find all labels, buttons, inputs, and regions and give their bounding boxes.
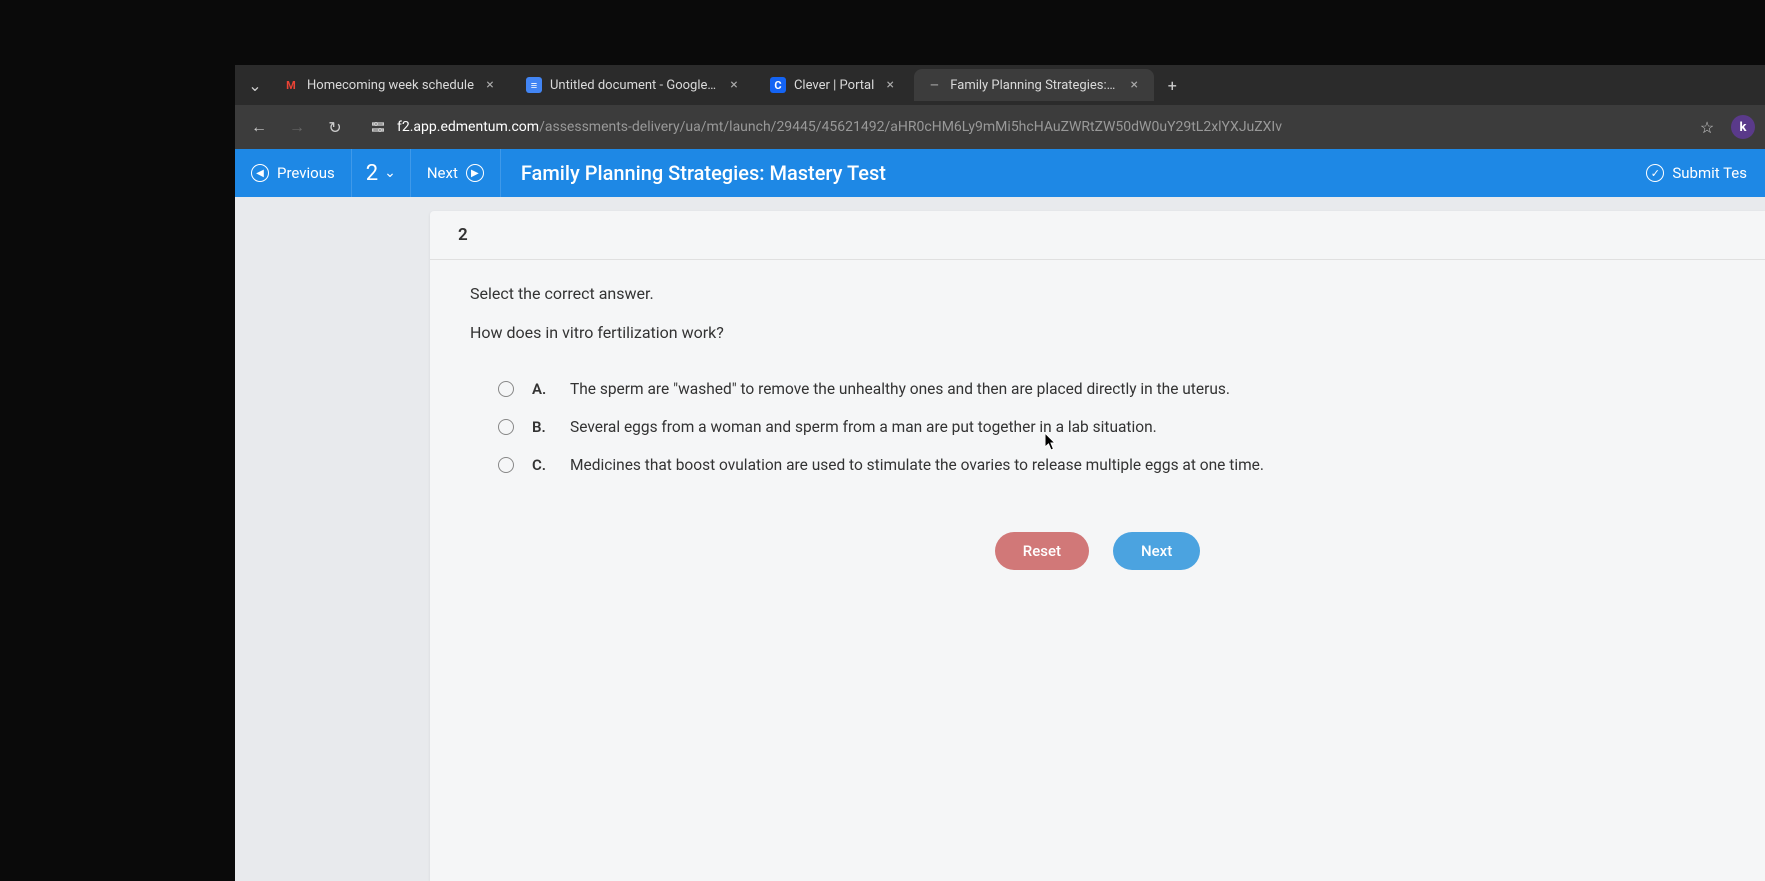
answer-text: Several eggs from a woman and sperm from… xyxy=(570,418,1157,436)
question-card: 2 Select the correct answer. How does in… xyxy=(430,211,1765,881)
answer-text: Medicines that boost ovulation are used … xyxy=(570,456,1264,474)
tab-strip: ⌄ M Homecoming week schedule × ≡ Untitle… xyxy=(235,65,1765,105)
browser-window: ⌄ M Homecoming week schedule × ≡ Untitle… xyxy=(235,65,1765,881)
favicon-docs: ≡ xyxy=(526,77,542,93)
arrow-right-icon: ▶ xyxy=(466,164,484,182)
next-label: Next xyxy=(427,164,458,182)
submit-label: Submit Tes xyxy=(1672,164,1747,182)
reload-button[interactable]: ↻ xyxy=(321,113,349,141)
left-gutter xyxy=(235,197,430,881)
close-icon[interactable]: × xyxy=(726,77,742,93)
radio-icon xyxy=(498,381,514,397)
tab-gmail[interactable]: M Homecoming week schedule × xyxy=(271,69,510,101)
answer-option-b[interactable]: B. Several eggs from a woman and sperm f… xyxy=(498,408,1725,446)
tab-google-docs[interactable]: ≡ Untitled document - Google D × xyxy=(514,69,754,101)
forward-button[interactable]: → xyxy=(283,113,311,141)
tab-title: Family Planning Strategies: M xyxy=(950,78,1118,93)
close-icon[interactable]: × xyxy=(882,77,898,93)
answer-letter: B. xyxy=(532,418,552,436)
answer-options: A. The sperm are "washed" to remove the … xyxy=(498,370,1725,484)
tab-search-button[interactable]: ⌄ xyxy=(243,73,267,97)
favicon-clever: C xyxy=(770,77,786,93)
next-question-button[interactable]: Next xyxy=(1113,532,1200,570)
url-bar[interactable]: f2.app.edmentum.com/assessments-delivery… xyxy=(359,111,1683,143)
radio-icon xyxy=(498,457,514,473)
reset-button[interactable]: Reset xyxy=(995,532,1089,570)
site-settings-icon[interactable] xyxy=(369,118,387,136)
tab-title: Clever | Portal xyxy=(794,78,874,93)
answer-option-c[interactable]: C. Medicines that boost ovulation are us… xyxy=(498,446,1725,484)
chevron-down-icon: ⌄ xyxy=(248,76,261,95)
assessment-title: Family Planning Strategies: Mastery Test xyxy=(501,161,1628,185)
radio-icon xyxy=(498,419,514,435)
answer-text: The sperm are "washed" to remove the unh… xyxy=(570,380,1230,398)
close-icon[interactable]: × xyxy=(1126,77,1142,93)
answer-letter: A. xyxy=(532,380,552,398)
tab-title: Homecoming week schedule xyxy=(307,78,474,93)
check-icon: ✓ xyxy=(1646,164,1664,182)
question-body: Select the correct answer. How does in v… xyxy=(430,260,1765,610)
new-tab-button[interactable]: + xyxy=(1158,71,1186,99)
tab-title: Untitled document - Google D xyxy=(550,78,718,93)
assessment-header: ◀ Previous 2 ⌄ Next ▶ Family Planning St… xyxy=(235,149,1765,197)
favicon-gmail: M xyxy=(283,77,299,93)
action-buttons: Reset Next xyxy=(470,532,1725,570)
extension-icon[interactable]: k xyxy=(1731,115,1755,139)
previous-label: Previous xyxy=(277,164,335,182)
url-text: f2.app.edmentum.com/assessments-delivery… xyxy=(397,119,1282,135)
close-icon[interactable]: × xyxy=(482,77,498,93)
chevron-down-icon: ⌄ xyxy=(384,165,396,181)
answer-option-a[interactable]: A. The sperm are "washed" to remove the … xyxy=(498,370,1725,408)
content-area: 2 Select the correct answer. How does in… xyxy=(235,197,1765,881)
tab-clever[interactable]: C Clever | Portal × xyxy=(758,69,910,101)
question-text: How does in vitro fertilization work? xyxy=(470,323,1725,342)
submit-test-button[interactable]: ✓ Submit Tes xyxy=(1628,149,1765,197)
arrow-left-icon: ◀ xyxy=(251,164,269,182)
address-bar: ← → ↻ f2.app.edmentum.com/assessments-de… xyxy=(235,105,1765,149)
current-question-number: 2 xyxy=(366,161,378,186)
question-number-bar: 2 xyxy=(430,211,1765,260)
tab-edmentum[interactable]: — Family Planning Strategies: M × xyxy=(914,69,1154,101)
bookmark-button[interactable]: ☆ xyxy=(1693,113,1721,141)
question-instruction: Select the correct answer. xyxy=(470,284,1725,303)
previous-button[interactable]: ◀ Previous xyxy=(235,149,352,197)
answer-letter: C. xyxy=(532,456,552,474)
question-number: 2 xyxy=(458,225,468,245)
back-button[interactable]: ← xyxy=(245,113,273,141)
next-button[interactable]: Next ▶ xyxy=(411,149,501,197)
question-selector[interactable]: 2 ⌄ xyxy=(352,149,411,197)
favicon-edmentum: — xyxy=(926,77,942,93)
